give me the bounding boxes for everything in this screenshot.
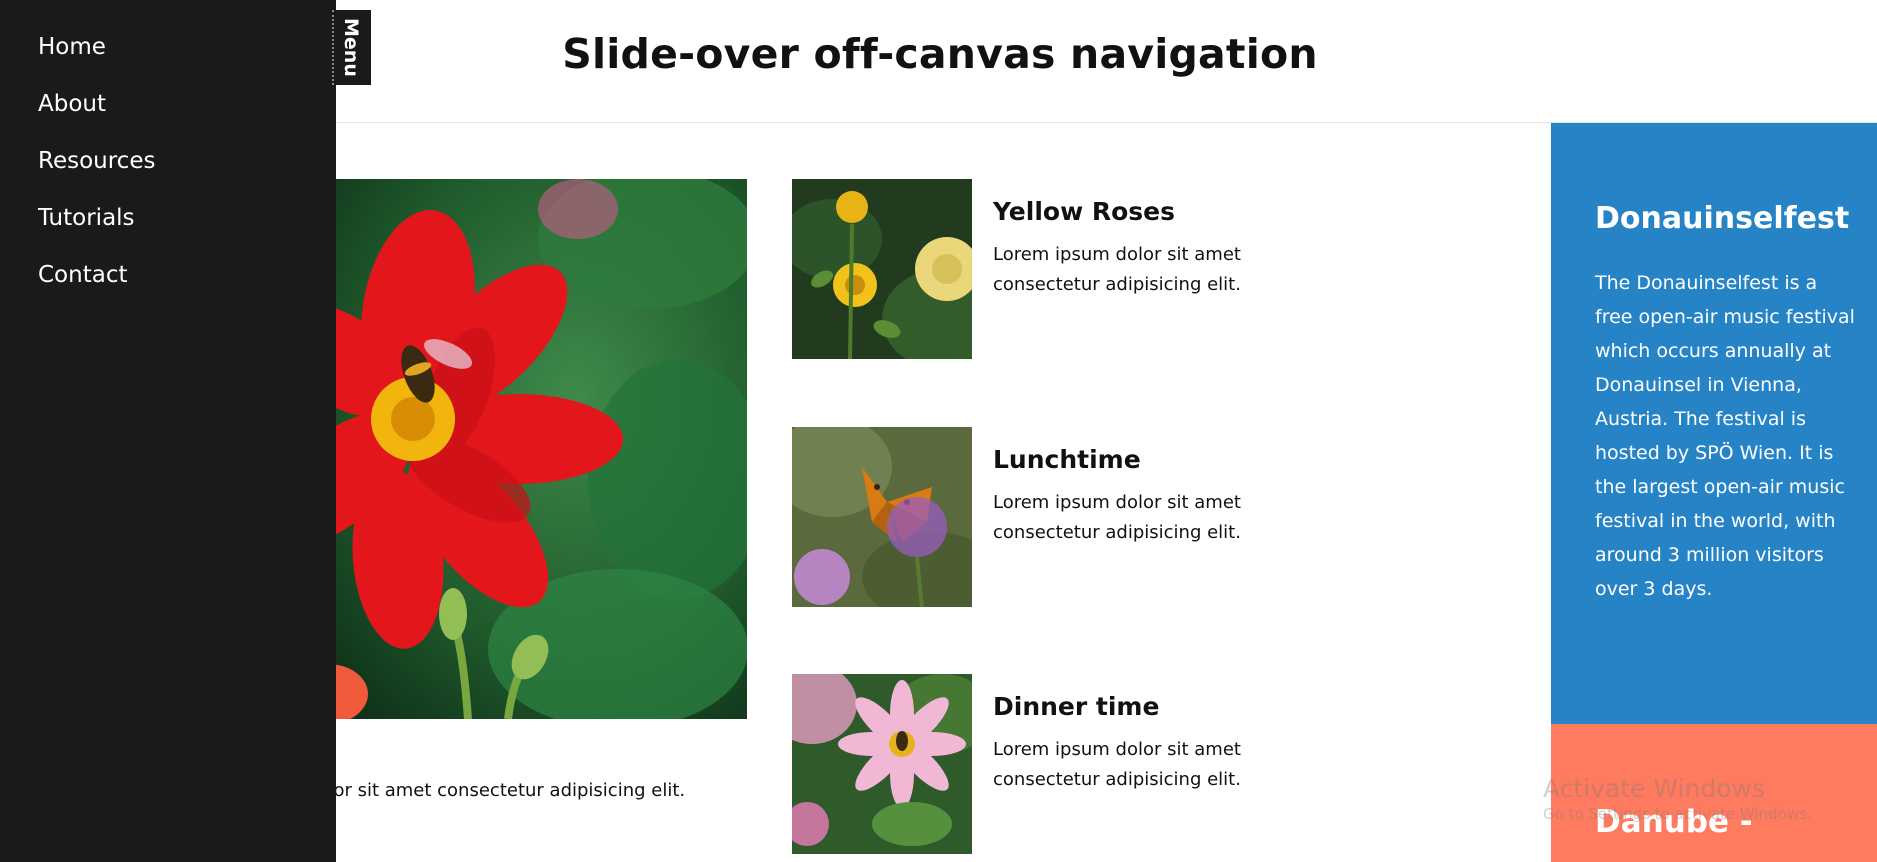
donauinselfest-text: The Donauinselfest is a free open-air mu… bbox=[1595, 272, 1855, 600]
article-title[interactable]: Yellow Roses bbox=[993, 197, 1175, 226]
nav-item-tutorials[interactable]: Tutorials bbox=[38, 199, 336, 256]
article-title[interactable]: Lunchtime bbox=[993, 445, 1141, 474]
danube-title: Danube - bbox=[1595, 804, 1753, 840]
article-title[interactable]: Dinner time bbox=[993, 692, 1159, 721]
nav-item-contact[interactable]: Contact bbox=[38, 256, 336, 313]
menu-toggle-button[interactable]: Menu bbox=[332, 10, 371, 85]
article-card: Dinner time Lorem ipsum dolor sit amet c… bbox=[792, 674, 1352, 854]
article-thumbnail-yellow-roses[interactable] bbox=[792, 179, 972, 359]
article-text: Lorem ipsum dolor sit amet consectetur a… bbox=[993, 244, 1241, 295]
danube-panel: Danube - bbox=[1551, 724, 1877, 862]
donauinselfest-panel: Donauinselfest The Donauinselfest is a f… bbox=[1551, 123, 1877, 724]
nav-list: Home About Resources Tutorials Contact bbox=[0, 0, 336, 313]
article-text: Lorem ipsum dolor sit amet consectetur a… bbox=[993, 492, 1241, 543]
off-canvas-drawer: Home About Resources Tutorials Contact bbox=[0, 0, 336, 862]
article-card: Lunchtime Lorem ipsum dolor sit amet con… bbox=[792, 427, 1352, 607]
menu-toggle-label: Menu bbox=[340, 18, 362, 77]
nav-item-about[interactable]: About bbox=[38, 85, 336, 142]
donauinselfest-title: Donauinselfest bbox=[1595, 201, 1850, 236]
article-thumbnail-lunchtime[interactable] bbox=[792, 427, 972, 607]
page-title: Slide-over off-canvas navigation bbox=[562, 30, 1318, 78]
nav-item-resources[interactable]: Resources bbox=[38, 142, 336, 199]
article-text: Lorem ipsum dolor sit amet consectetur a… bbox=[993, 739, 1241, 790]
page: Slide-over off-canvas navigation dolor s… bbox=[0, 0, 1877, 862]
featured-article-text: dolor sit amet consectetur adipisicing e… bbox=[306, 780, 686, 801]
article-thumbnail-dinner-time[interactable] bbox=[792, 674, 972, 854]
featured-image bbox=[318, 179, 747, 719]
nav-item-home[interactable]: Home bbox=[38, 28, 336, 85]
article-card: Yellow Roses Lorem ipsum dolor sit amet … bbox=[792, 179, 1352, 359]
